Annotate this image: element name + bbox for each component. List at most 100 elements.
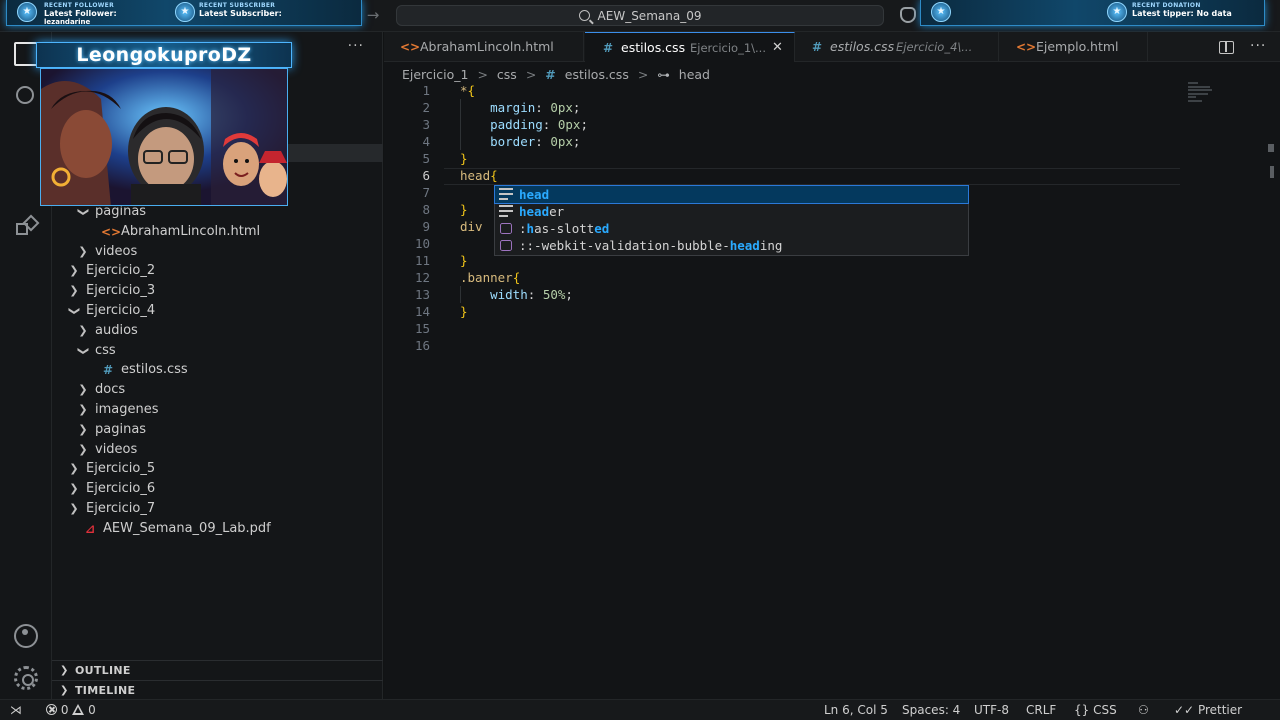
tree-file[interactable]: # estilos.css bbox=[52, 360, 383, 380]
copilot-status-icon[interactable]: ⚇ bbox=[1138, 700, 1149, 720]
breadcrumb-separator: > bbox=[477, 67, 488, 82]
tree-folder[interactable]: ❯ imagenes bbox=[52, 400, 383, 420]
suggestion-item[interactable]: head bbox=[494, 185, 969, 204]
search-icon[interactable] bbox=[14, 84, 38, 108]
error-count: 0 bbox=[60, 703, 69, 717]
latest-subscriber-label: Latest Subscriber: bbox=[199, 9, 282, 18]
tree-item-label: imagenes bbox=[95, 402, 159, 417]
tree-item-label: estilos.css bbox=[121, 362, 188, 378]
tree-folder[interactable]: ❯ Ejercicio_5 bbox=[52, 459, 383, 479]
tree-item-label: audios bbox=[95, 322, 138, 338]
chevron-right-icon: ❯ bbox=[69, 284, 79, 298]
language-mode[interactable]: {} CSS bbox=[1074, 700, 1117, 720]
code-line[interactable]: 12 .banner{ bbox=[384, 269, 1184, 286]
outline-section-header[interactable]: ❯ OUTLINE bbox=[52, 660, 383, 680]
tab-ejemplo-html[interactable]: <> Ejemplo.html bbox=[1000, 32, 1148, 62]
code-line[interactable]: 5} bbox=[384, 150, 1184, 167]
tree-folder[interactable]: ❯ Ejercicio_6 bbox=[52, 479, 383, 499]
breadcrumb-separator: > bbox=[525, 67, 537, 82]
explorer-icon[interactable] bbox=[14, 42, 38, 66]
line-number: 12 bbox=[414, 270, 430, 285]
forward-arrow-icon[interactable]: → bbox=[364, 6, 382, 24]
code-line[interactable]: 1 *{ bbox=[384, 82, 1184, 99]
code-line[interactable]: 13 width: 50%; bbox=[384, 286, 1184, 303]
code-line[interactable]: 4 border: 0px; bbox=[384, 133, 1184, 150]
timeline-label: TIMELINE bbox=[75, 684, 136, 697]
line-number: 6 bbox=[422, 168, 430, 183]
css-file-icon: # bbox=[812, 40, 823, 54]
code-line[interactable]: 15 bbox=[384, 320, 1184, 337]
scrollbar-marker[interactable] bbox=[1268, 144, 1274, 152]
prettier-status[interactable]: ✓✓ Prettier bbox=[1174, 700, 1242, 720]
remote-indicator-icon[interactable]: ⋊ bbox=[10, 700, 22, 720]
eol-setting[interactable]: CRLF bbox=[1026, 700, 1056, 720]
line-number: 15 bbox=[414, 321, 430, 336]
breadcrumb-symbol[interactable]: head bbox=[679, 67, 710, 82]
code-line[interactable]: 2 margin: 0px; bbox=[384, 99, 1184, 116]
cursor-position[interactable]: Ln 6, Col 5 bbox=[824, 700, 888, 720]
suggestion-label: header bbox=[519, 204, 565, 219]
tree-file[interactable]: ⊿ AEW_Semana_09_Lab.pdf bbox=[52, 519, 383, 539]
suggestion-item[interactable]: header bbox=[495, 203, 968, 220]
suggestion-item[interactable]: :has-slotted bbox=[495, 220, 968, 237]
tab-estilos-css-ejercicio-1[interactable]: # estilos.css Ejercicio_1\... ✕ bbox=[585, 32, 795, 62]
suggestion-label: head bbox=[519, 187, 550, 202]
tree-file[interactable]: <> AbrahamLincoln.html bbox=[52, 222, 383, 242]
chevron-down-icon: ❯ bbox=[77, 345, 90, 356]
line-number: 5 bbox=[422, 151, 430, 166]
chevron-right-icon: ❯ bbox=[69, 264, 79, 278]
editor-more-actions-icon[interactable]: ··· bbox=[1250, 38, 1266, 54]
scrollbar-thumb[interactable] bbox=[1270, 166, 1274, 178]
donation-left-badge-icon: ★ bbox=[931, 2, 951, 22]
code-text: } bbox=[460, 253, 468, 268]
copilot-icon[interactable] bbox=[900, 7, 916, 23]
account-icon[interactable] bbox=[14, 624, 38, 648]
code-text: width: 50%; bbox=[490, 287, 573, 302]
code-line[interactable]: 6 head{ bbox=[384, 167, 1184, 184]
tree-folder[interactable]: ❯ audios bbox=[52, 321, 383, 341]
tree-folder[interactable]: ❯ paginas bbox=[52, 420, 383, 440]
minimap[interactable] bbox=[1188, 82, 1218, 108]
code-line[interactable]: 16 bbox=[384, 337, 1184, 354]
breadcrumb-folder[interactable]: Ejercicio_1 bbox=[402, 67, 468, 82]
settings-gear-icon[interactable] bbox=[14, 666, 38, 690]
explorer-selected-row[interactable] bbox=[280, 144, 383, 162]
tree-folder[interactable]: ❯ Ejercicio_3 bbox=[52, 281, 383, 301]
double-check-icon: ✓✓ bbox=[1174, 703, 1195, 717]
subscriber-badge-icon: ★ bbox=[175, 2, 195, 22]
indentation-setting[interactable]: Spaces: 4 bbox=[902, 700, 960, 720]
command-center-search[interactable]: AEW_Semana_09 bbox=[396, 5, 884, 26]
tree-item-label: Ejercicio_6 bbox=[86, 481, 156, 497]
close-icon[interactable]: ✕ bbox=[772, 33, 783, 63]
chevron-right-icon: ❯ bbox=[78, 244, 88, 258]
encoding-setting[interactable]: UTF-8 bbox=[974, 700, 1009, 720]
command-center-label: AEW_Semana_09 bbox=[597, 8, 702, 23]
streamer-name-banner: LeongokuproDZ bbox=[36, 42, 292, 68]
breadcrumb-folder[interactable]: css bbox=[497, 67, 517, 82]
property-icon bbox=[500, 239, 512, 252]
split-editor-icon[interactable] bbox=[1219, 41, 1234, 54]
suggestion-item[interactable]: ::-webkit-validation-bubble-heading bbox=[495, 237, 968, 254]
webcam-illustration bbox=[41, 69, 287, 205]
html-file-icon: <> bbox=[101, 224, 122, 239]
code-text: } bbox=[460, 151, 468, 166]
tab-abrahamlincoln-html[interactable]: <> AbrahamLincoln.html bbox=[384, 32, 584, 62]
code-line[interactable]: 3 padding: 0px; bbox=[384, 116, 1184, 133]
breadcrumb-file[interactable]: estilos.css bbox=[565, 67, 629, 82]
tree-folder[interactable]: ❯ Ejercicio_4 bbox=[52, 301, 383, 321]
tree-folder[interactable]: ❯ Ejercicio_2 bbox=[52, 261, 383, 281]
tab-estilos-css-ejercicio-4[interactable]: # estilos.css Ejercicio_4\... bbox=[796, 32, 999, 62]
tree-folder[interactable]: ❯ docs bbox=[52, 380, 383, 400]
explorer-more-actions-icon[interactable]: ··· bbox=[348, 38, 364, 54]
tree-folder[interactable]: ❯ videos bbox=[52, 440, 383, 460]
extensions-icon[interactable] bbox=[14, 216, 38, 240]
timeline-section-header[interactable]: ❯ TIMELINE bbox=[52, 680, 383, 700]
tree-folder[interactable]: ❯ videos bbox=[52, 242, 383, 262]
code-line[interactable]: 14} bbox=[384, 303, 1184, 320]
chevron-right-icon: ❯ bbox=[78, 383, 88, 397]
line-number: 16 bbox=[414, 338, 430, 353]
tree-folder[interactable]: ❯ Ejercicio_7 bbox=[52, 499, 383, 519]
tab-label: Ejemplo.html bbox=[1036, 39, 1119, 54]
tree-folder[interactable]: ❯ css bbox=[52, 341, 383, 361]
problems-indicator[interactable]: 0 0 bbox=[46, 700, 96, 720]
